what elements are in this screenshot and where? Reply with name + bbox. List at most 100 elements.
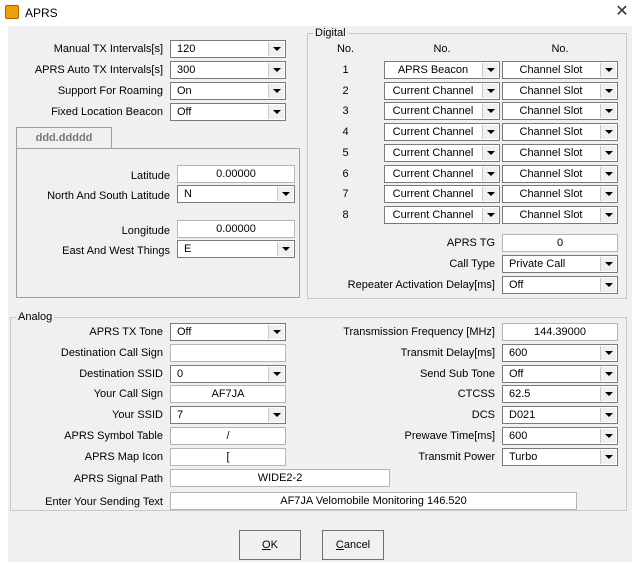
aprs-tg-field[interactable]: 0 [502, 234, 618, 252]
chevron-down-icon[interactable] [268, 84, 284, 98]
analog-left-combo-value: 0 [177, 367, 184, 380]
aprs-tg-label: APRS TG [446, 237, 495, 249]
digital-row-no: 4 [342, 126, 349, 139]
digital-channel-combo[interactable]: Current Channel [384, 123, 500, 142]
chevron-down-icon[interactable] [600, 145, 616, 160]
chevron-down-icon[interactable] [600, 257, 616, 271]
digital-channel-combo[interactable]: Current Channel [384, 164, 500, 183]
analog-right-combo-value: Turbo [509, 450, 538, 463]
ew-combo[interactable]: E [177, 240, 295, 258]
analog-right-combo[interactable]: 600 [502, 427, 618, 445]
chevron-down-icon[interactable] [600, 104, 616, 119]
chevron-down-icon[interactable] [482, 104, 498, 119]
chevron-down-icon[interactable] [600, 387, 616, 402]
digital-row-no: 2 [342, 84, 349, 97]
cancel-button[interactable]: Cancel [322, 530, 384, 560]
analog-right-combo[interactable]: Off [502, 364, 618, 383]
chevron-down-icon[interactable] [268, 325, 284, 339]
chevron-down-icon[interactable] [268, 366, 284, 381]
chevron-down-icon[interactable] [600, 166, 616, 181]
analog-left-field[interactable]: / [170, 427, 286, 445]
longitude-value: 0.00000 [216, 223, 256, 235]
signal-path-field[interactable]: WIDE2-2 [170, 469, 390, 487]
signal-path-value: WIDE2-2 [257, 472, 303, 484]
chevron-down-icon[interactable] [482, 83, 498, 98]
chevron-down-icon[interactable] [277, 187, 293, 201]
chevron-down-icon[interactable] [600, 278, 616, 292]
chevron-down-icon[interactable] [600, 187, 616, 202]
digital-slot-combo[interactable]: Channel Slot [502, 143, 618, 162]
chevron-down-icon[interactable] [600, 125, 616, 140]
chevron-down-icon[interactable] [268, 42, 284, 56]
digital-slot-combo[interactable]: Channel Slot [502, 81, 618, 100]
analog-right-field[interactable]: 144.39000 [502, 323, 618, 341]
digital-channel-combo-value: Current Channel [392, 167, 474, 180]
analog-left-field[interactable] [170, 343, 286, 362]
chevron-down-icon[interactable] [600, 429, 616, 443]
digital-channel-combo-value: APRS Beacon [397, 64, 469, 76]
auto-tx-value: 300 [177, 64, 196, 76]
analog-left-combo-value: 7 [177, 409, 184, 422]
digital-slot-combo[interactable]: Channel Slot [502, 164, 618, 183]
digital-slot-combo[interactable]: Channel Slot [502, 123, 618, 142]
analog-right-combo[interactable]: D021 [502, 406, 618, 425]
digital-channel-combo[interactable]: APRS Beacon [384, 61, 500, 79]
digital-channel-combo[interactable]: Current Channel [384, 205, 500, 224]
digital-slot-combo[interactable]: Channel Slot [502, 205, 618, 224]
roaming-combo[interactable]: On [170, 82, 286, 100]
digital-channel-combo[interactable]: Current Channel [384, 81, 500, 100]
digital-header-no: No. [336, 43, 355, 55]
auto-tx-combo[interactable]: 300 [170, 61, 286, 79]
chevron-down-icon[interactable] [600, 408, 616, 423]
chevron-down-icon[interactable] [482, 125, 498, 140]
latitude-field[interactable]: 0.00000 [177, 165, 295, 183]
chevron-down-icon[interactable] [600, 345, 616, 360]
digital-channel-combo[interactable]: Current Channel [384, 185, 500, 204]
analog-right-combo[interactable]: Turbo [502, 447, 618, 466]
chevron-down-icon[interactable] [600, 449, 616, 464]
digital-channel-combo[interactable]: Current Channel [384, 102, 500, 121]
chevron-down-icon[interactable] [600, 366, 616, 381]
chevron-down-icon[interactable] [277, 242, 293, 256]
analog-right-combo-value: D021 [509, 409, 536, 422]
fixed-beacon-combo[interactable]: Off [170, 103, 286, 121]
location-tab-pane: Latitude 0.00000 North And South Latitud… [16, 148, 300, 298]
chevron-down-icon[interactable] [482, 63, 498, 77]
chevron-down-icon[interactable] [482, 187, 498, 202]
chevron-down-icon[interactable] [268, 63, 284, 77]
repeater-delay-combo[interactable]: Off [502, 276, 618, 294]
manual-tx-combo[interactable]: 120 [170, 40, 286, 58]
chevron-down-icon[interactable] [482, 166, 498, 181]
analog-group-label: Analog [16, 311, 55, 323]
analog-left-field-value: / [226, 430, 230, 442]
ok-button[interactable]: OK [239, 530, 301, 560]
chevron-down-icon[interactable] [268, 105, 284, 119]
digital-slot-combo[interactable]: Channel Slot [502, 61, 618, 79]
chevron-down-icon[interactable] [268, 408, 284, 423]
analog-right-combo[interactable]: 600 [502, 343, 618, 362]
digital-row-no: 6 [342, 167, 349, 180]
analog-right-combo[interactable]: 62.5 [502, 385, 618, 404]
analog-left-combo[interactable]: 0 [170, 364, 286, 383]
analog-left-combo[interactable]: 7 [170, 406, 286, 425]
ns-combo[interactable]: N [177, 185, 295, 203]
analog-left-field[interactable]: [ [170, 447, 286, 466]
sending-text-field[interactable]: AF7JA Velomobile Monitoring 146.520 [170, 492, 577, 510]
chevron-down-icon[interactable] [600, 83, 616, 98]
close-icon[interactable]: ✕ [608, 1, 636, 23]
call-type-combo[interactable]: Private Call [502, 255, 618, 273]
analog-right-label: Transmit Power [418, 450, 495, 463]
chevron-down-icon[interactable] [482, 207, 498, 222]
fixed-beacon-value: Off [177, 106, 192, 118]
tab-ddd-ddddd[interactable]: ddd.ddddd [16, 127, 112, 149]
chevron-down-icon[interactable] [600, 207, 616, 222]
chevron-down-icon[interactable] [600, 63, 616, 77]
digital-slot-combo[interactable]: Channel Slot [502, 185, 618, 204]
chevron-down-icon[interactable] [482, 145, 498, 160]
digital-channel-combo[interactable]: Current Channel [384, 143, 500, 162]
analog-left-combo[interactable]: Off [170, 323, 286, 341]
longitude-field[interactable]: 0.00000 [177, 220, 295, 238]
digital-slot-combo[interactable]: Channel Slot [502, 102, 618, 121]
digital-slot-combo-value: Channel Slot [519, 208, 583, 221]
analog-left-field[interactable]: AF7JA [170, 385, 286, 404]
